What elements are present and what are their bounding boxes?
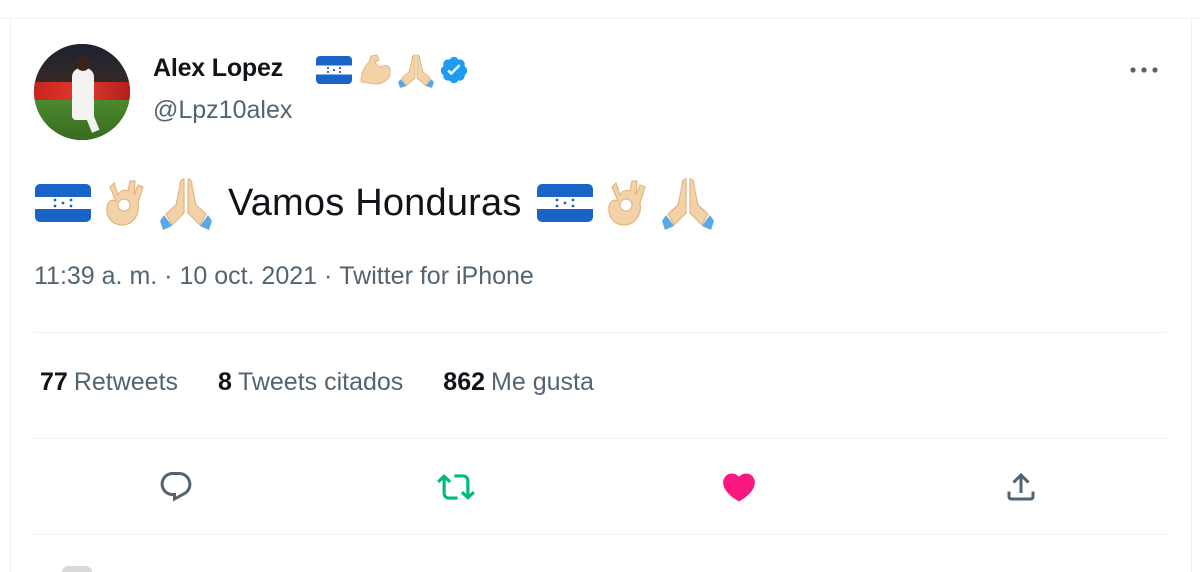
next-avatar-edge [62, 566, 92, 572]
author-handle[interactable]: @Lpz10alex [153, 96, 292, 125]
flag-honduras-icon [316, 56, 352, 84]
flexed-biceps-icon [360, 54, 391, 85]
share-icon[interactable] [1002, 468, 1040, 506]
quotes-stat[interactable]: 8 Tweets citados [218, 368, 403, 397]
retweets-label: Retweets [73, 368, 179, 396]
verified-badge-icon [440, 56, 468, 84]
emoji-group-after [536, 175, 716, 231]
emoji-group-before [34, 175, 214, 231]
meta-separator: · [157, 262, 180, 290]
folded-hands-icon [398, 54, 434, 88]
divider [34, 534, 1166, 535]
meta-separator: · [317, 262, 340, 290]
like-icon[interactable] [720, 468, 758, 506]
retweets-stat[interactable]: 77 Retweets [40, 368, 178, 397]
avatar[interactable] [34, 44, 130, 140]
tweet-body-text: Vamos Honduras [228, 181, 522, 224]
flag-honduras-icon [536, 184, 593, 222]
folded-hands-icon [661, 178, 714, 230]
likes-stat[interactable]: 862 Me gusta [443, 368, 594, 397]
tweet-date[interactable]: 10 oct. 2021 [179, 262, 317, 291]
author-name[interactable]: Alex Lopez [153, 54, 283, 83]
reply-icon[interactable] [157, 468, 195, 506]
author-name-emojis [315, 52, 469, 88]
retweets-count: 77 [40, 368, 68, 396]
retweet-icon[interactable] [437, 468, 475, 506]
tweet-text: Vamos Honduras [34, 174, 716, 232]
tweet-source[interactable]: Twitter for iPhone [339, 262, 534, 291]
divider [34, 332, 1166, 333]
tweet-time[interactable]: 11:39 a. m. [34, 262, 157, 291]
flag-honduras-icon [35, 184, 91, 222]
ok-hand-icon [106, 180, 144, 226]
quotes-label: Tweets citados [237, 368, 404, 396]
likes-count: 862 [443, 368, 486, 396]
tweet-stats: 77 Retweets 8 Tweets citados 862 Me gust… [40, 368, 634, 397]
more-options-icon[interactable] [1126, 62, 1162, 78]
likes-label: Me gusta [491, 368, 594, 396]
tweet-meta: 11:39 a. m. · 10 oct. 2021 · Twitter for… [34, 262, 534, 291]
divider [34, 438, 1166, 439]
ok-hand-icon [607, 180, 646, 226]
folded-hands-icon [160, 178, 212, 230]
quotes-count: 8 [218, 368, 232, 396]
